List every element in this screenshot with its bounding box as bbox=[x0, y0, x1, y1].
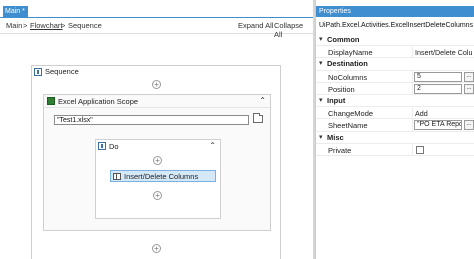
do-title: Do bbox=[109, 141, 119, 151]
category-misc[interactable]: ▾ Misc bbox=[316, 131, 474, 144]
collapse-chevron-icon[interactable]: ⌃ bbox=[259, 97, 266, 105]
property-row-changemode: ChangeMode Add bbox=[316, 107, 474, 120]
column-divider bbox=[412, 143, 413, 155]
expression-editor-button[interactable]: ... bbox=[464, 120, 474, 131]
sequence-title: Sequence bbox=[45, 67, 79, 76]
category-name: Common bbox=[327, 35, 360, 44]
breadcrumb-item-main[interactable]: Main bbox=[6, 21, 22, 30]
displayname-value[interactable]: Insert/Delete Columns bbox=[415, 48, 473, 57]
properties-panel: Properties UiPath.Excel.Activities.Excel… bbox=[315, 0, 474, 259]
collapse-category-icon[interactable]: ▾ bbox=[319, 60, 323, 67]
breadcrumb-separator: > bbox=[61, 21, 66, 30]
column-divider bbox=[412, 119, 413, 131]
sequence-header: Sequence bbox=[34, 67, 79, 76]
property-row-sheetname: SheetName "PO ETA Repo ... bbox=[316, 119, 474, 132]
property-row-position: Position 2 ... bbox=[316, 82, 474, 95]
breadcrumb-bar: Main > Flowchart > Sequence Expand All C… bbox=[0, 18, 313, 39]
category-common[interactable]: ▾ Common bbox=[316, 34, 474, 47]
tab-main[interactable]: Main * bbox=[3, 6, 28, 17]
excel-application-scope-activity[interactable]: Excel Application Scope ⌃ "Test1.xlsx" D… bbox=[43, 94, 271, 231]
add-activity-plus-icon[interactable]: + bbox=[153, 156, 162, 165]
do-header: Do ⌃ bbox=[96, 140, 220, 152]
property-row-private: Private bbox=[316, 143, 474, 156]
position-input[interactable]: 2 bbox=[414, 83, 462, 94]
breadcrumb-item-sequence[interactable]: Sequence bbox=[68, 21, 102, 30]
private-checkbox[interactable] bbox=[416, 145, 424, 154]
property-name: ChangeMode bbox=[328, 109, 374, 119]
add-activity-plus-icon[interactable]: + bbox=[153, 191, 162, 200]
insert-columns-icon bbox=[113, 172, 121, 180]
nocolumns-input[interactable]: 5 bbox=[414, 71, 462, 82]
expression-editor-button[interactable]: ... bbox=[464, 83, 474, 94]
collapse-chevron-icon[interactable]: ⌃ bbox=[209, 142, 216, 150]
property-row-nocolumns: NoColumns 5 ... bbox=[316, 70, 474, 83]
property-grid: ▾ Common DisplayName Insert/Delete Colum… bbox=[316, 34, 474, 156]
breadcrumb-separator: > bbox=[23, 21, 28, 30]
activity-label: Insert/Delete Columns bbox=[124, 171, 199, 181]
property-name: DisplayName bbox=[328, 48, 373, 58]
column-divider bbox=[412, 82, 413, 94]
collapse-category-icon[interactable]: ▾ bbox=[319, 36, 323, 43]
workbook-path-input[interactable]: "Test1.xlsx" bbox=[54, 115, 249, 125]
category-name: Input bbox=[327, 95, 346, 105]
category-destination[interactable]: ▾ Destination bbox=[316, 58, 474, 71]
folder-browse-icon[interactable] bbox=[253, 113, 263, 123]
property-name: NoColumns bbox=[328, 72, 368, 82]
add-activity-plus-icon[interactable]: + bbox=[152, 80, 161, 89]
expand-all-button[interactable]: Expand All bbox=[238, 21, 273, 30]
sequence-icon bbox=[98, 142, 106, 150]
property-name: Private bbox=[328, 145, 352, 155]
do-container[interactable]: Do ⌃ + Insert/Delete Columns + bbox=[95, 139, 221, 219]
property-name: SheetName bbox=[328, 121, 368, 131]
insert-delete-columns-activity[interactable]: Insert/Delete Columns bbox=[110, 170, 216, 182]
activity-type-name: UiPath.Excel.Activities.ExcelInsertDelet… bbox=[319, 22, 474, 29]
collapse-category-icon[interactable]: ▾ bbox=[319, 134, 323, 141]
properties-panel-title: Properties bbox=[316, 6, 474, 17]
changemode-value[interactable]: Add bbox=[415, 109, 473, 118]
column-divider bbox=[412, 46, 413, 58]
category-input[interactable]: ▾ Input bbox=[316, 94, 474, 108]
excel-scope-title: Excel Application Scope bbox=[58, 96, 139, 106]
column-divider bbox=[412, 70, 413, 82]
category-name: Misc bbox=[327, 132, 344, 142]
category-name: Destination bbox=[327, 59, 368, 69]
breadcrumb-item-flowchart[interactable]: Flowchart bbox=[30, 21, 63, 30]
workflow-designer: Main * Main > Flowchart > Sequence Expan… bbox=[0, 0, 313, 259]
excel-scope-header: Excel Application Scope ⌃ bbox=[44, 95, 270, 108]
excel-icon bbox=[47, 97, 55, 105]
collapse-category-icon[interactable]: ▾ bbox=[319, 97, 323, 104]
designer-canvas: Sequence + Excel Application Scope ⌃ "Te… bbox=[0, 35, 313, 259]
property-name: Position bbox=[328, 84, 355, 94]
expression-editor-button[interactable]: ... bbox=[464, 71, 474, 82]
sheetname-input[interactable]: "PO ETA Repo bbox=[414, 120, 462, 131]
sequence-activity[interactable]: Sequence + Excel Application Scope ⌃ "Te… bbox=[31, 65, 281, 259]
sequence-icon bbox=[34, 67, 42, 76]
column-divider bbox=[412, 107, 413, 119]
property-row-displayname: DisplayName Insert/Delete Columns bbox=[316, 46, 474, 59]
add-activity-plus-icon[interactable]: + bbox=[152, 244, 161, 253]
